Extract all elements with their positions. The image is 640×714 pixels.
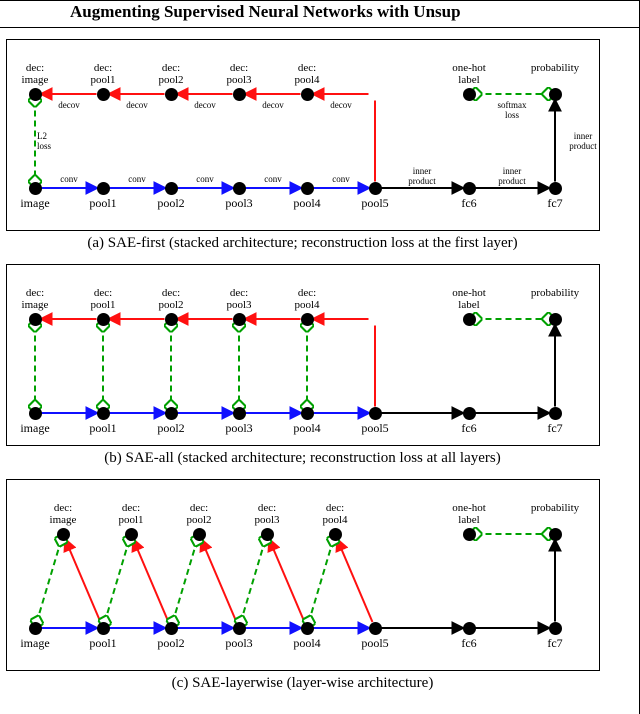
label-top-5: one-hot label	[439, 502, 499, 526]
node-pool3	[233, 407, 246, 420]
label-fc7: fc7	[525, 636, 585, 651]
label-top-6: probability	[525, 62, 585, 74]
label-top-3: dec: pool3	[209, 62, 269, 86]
caption-b: (b) SAE-all (stacked architecture; recon…	[6, 450, 599, 467]
label-pool3: pool3	[209, 196, 269, 211]
node-top-4	[301, 88, 314, 101]
node-pool1	[97, 407, 110, 420]
label-top-6: probability	[525, 287, 585, 299]
node-top-4	[301, 313, 314, 326]
node-fc7	[549, 622, 562, 635]
label-pool5: pool5	[345, 421, 405, 436]
node-pool4	[301, 407, 314, 420]
node-top-2	[193, 528, 206, 541]
label-pool2: pool2	[141, 636, 201, 651]
label-top-1: dec: pool1	[73, 287, 133, 311]
label-pool1: pool1	[73, 196, 133, 211]
page: Augmenting Supervised Neural Networks wi…	[0, 0, 640, 714]
label-pool4: pool4	[277, 196, 337, 211]
node-pool3	[233, 622, 246, 635]
label-image: image	[5, 636, 65, 651]
label-top-1: dec: pool1	[73, 62, 133, 86]
node-pool1	[97, 622, 110, 635]
node-top-2	[165, 88, 178, 101]
node-top-3	[233, 313, 246, 326]
node-image	[29, 407, 42, 420]
node-top-6	[549, 313, 562, 326]
node-fc7	[549, 407, 562, 420]
node-pool1	[97, 182, 110, 195]
caption-a: (a) SAE-first (stacked architecture; rec…	[6, 235, 599, 252]
label-top-5: one-hot label	[439, 62, 499, 86]
figure-b: image pool1 pool2 pool3 pool4 pool5 fc6 fc7 dec:…	[6, 264, 600, 446]
node-top-0	[29, 88, 42, 101]
node-fc6	[463, 407, 476, 420]
node-top-3	[261, 528, 274, 541]
label-pool3: pool3	[209, 636, 269, 651]
paper-title: Augmenting Supervised Neural Networks wi…	[0, 1, 639, 28]
node-image	[29, 622, 42, 635]
node-top-2	[165, 313, 178, 326]
label-top-3: dec: pool3	[209, 287, 269, 311]
node-image	[29, 182, 42, 195]
label-image: image	[5, 196, 65, 211]
node-pool2	[165, 622, 178, 635]
label-top-4: dec: pool4	[277, 287, 337, 311]
node-top-1	[97, 88, 110, 101]
node-fc6	[463, 182, 476, 195]
label-top-5: one-hot label	[439, 287, 499, 311]
figure-a: convconvconvconvconvinner productinner p…	[6, 39, 600, 231]
node-pool4	[301, 182, 314, 195]
label-pool3: pool3	[209, 421, 269, 436]
label-pool1: pool1	[73, 636, 133, 651]
label-fc7: fc7	[525, 196, 585, 211]
label-fc7: fc7	[525, 421, 585, 436]
label-pool2: pool2	[141, 196, 201, 211]
label-top-2: dec: pool2	[141, 62, 201, 86]
node-top-5	[463, 88, 476, 101]
label-pool4: pool4	[277, 636, 337, 651]
node-fc7	[549, 182, 562, 195]
label-pool5: pool5	[345, 196, 405, 211]
label-pool2: pool2	[141, 421, 201, 436]
figure-c: image pool1 pool2 pool3 pool4 pool5 fc6 fc7 dec:…	[6, 479, 600, 671]
node-top-1	[125, 528, 138, 541]
label-image: image	[5, 421, 65, 436]
label-top-1: dec: pool1	[101, 502, 161, 526]
node-top-5	[463, 528, 476, 541]
label-fc6: fc6	[439, 196, 499, 211]
node-fc6	[463, 622, 476, 635]
label-pool5: pool5	[345, 636, 405, 651]
label-top-0: dec: image	[5, 287, 65, 311]
label-fc6: fc6	[439, 421, 499, 436]
figure-stack: convconvconvconvconvinner productinner p…	[6, 39, 599, 704]
node-top-1	[97, 313, 110, 326]
caption-c: (c) SAE-layerwise (layer-wise architectu…	[6, 675, 599, 692]
node-top-5	[463, 313, 476, 326]
node-top-6	[549, 528, 562, 541]
node-top-0	[29, 313, 42, 326]
node-pool3	[233, 182, 246, 195]
label-top-0: dec: image	[33, 502, 93, 526]
label-pool1: pool1	[73, 421, 133, 436]
label-top-2: dec: pool2	[169, 502, 229, 526]
node-pool5	[369, 182, 382, 195]
node-top-3	[233, 88, 246, 101]
label-top-2: dec: pool2	[141, 287, 201, 311]
label-top-3: dec: pool3	[237, 502, 297, 526]
label-top-0: dec: image	[5, 62, 65, 86]
label-pool4: pool4	[277, 421, 337, 436]
label-top-4: dec: pool4	[305, 502, 365, 526]
label-top-6: probability	[525, 502, 585, 514]
node-pool2	[165, 182, 178, 195]
node-pool5	[369, 622, 382, 635]
label-fc6: fc6	[439, 636, 499, 651]
node-pool5	[369, 407, 382, 420]
node-top-0	[57, 528, 70, 541]
node-pool2	[165, 407, 178, 420]
node-top-6	[549, 88, 562, 101]
label-top-4: dec: pool4	[277, 62, 337, 86]
node-pool4	[301, 622, 314, 635]
node-top-4	[329, 528, 342, 541]
